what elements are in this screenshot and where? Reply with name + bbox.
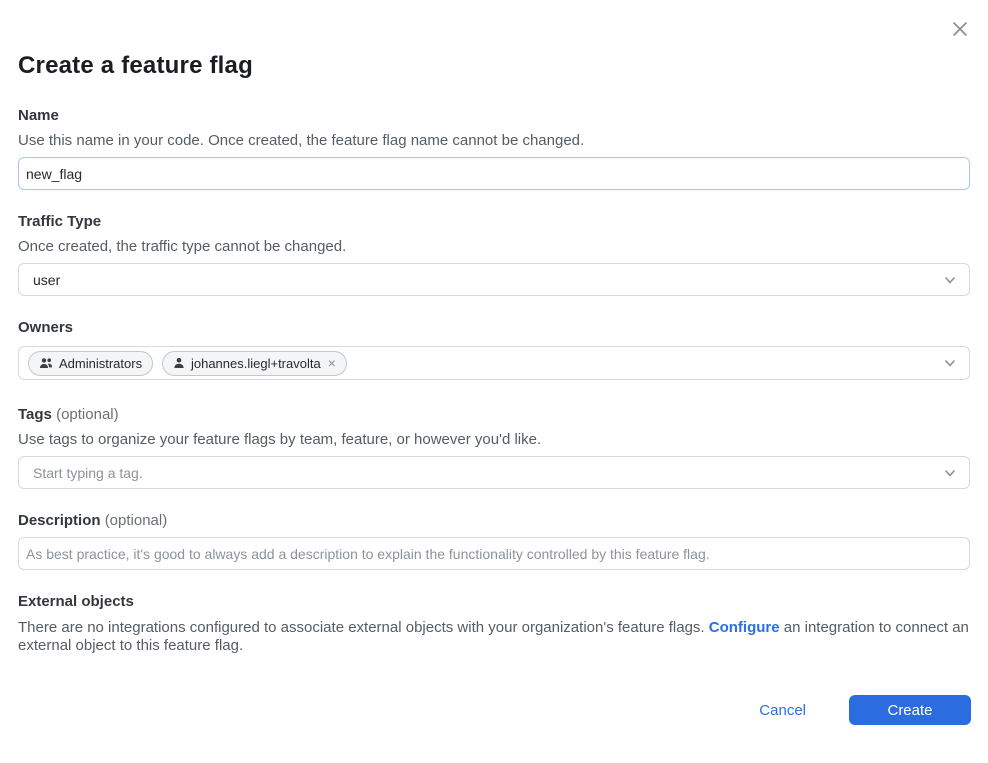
owners-label: Owners (18, 320, 970, 336)
tags-placeholder: Start typing a tag. (33, 465, 943, 481)
group-icon (39, 357, 53, 369)
traffic-type-selected-value: user (33, 272, 943, 288)
traffic-type-help-text: Once created, the traffic type cannot be… (18, 239, 970, 255)
external-objects-text: There are no integrations configured to … (18, 619, 970, 655)
name-input[interactable] (18, 157, 970, 190)
traffic-type-select[interactable]: user (18, 263, 970, 296)
owners-select[interactable]: Administrators johannes.liegl+travolta × (18, 346, 970, 380)
configure-link[interactable]: Configure (709, 619, 780, 636)
tags-select[interactable]: Start typing a tag. (18, 456, 970, 489)
tags-optional-text: (optional) (56, 406, 119, 423)
owner-chip-label: johannes.liegl+travolta (191, 356, 321, 371)
traffic-type-field-group: Traffic Type Once created, the traffic t… (18, 214, 970, 296)
remove-owner-icon[interactable]: × (328, 356, 336, 370)
cancel-button[interactable]: Cancel (757, 698, 808, 723)
person-icon (173, 357, 185, 369)
owner-chip-administrators[interactable]: Administrators (28, 351, 153, 376)
owner-chip-label: Administrators (59, 356, 142, 371)
tags-label-text: Tags (18, 406, 52, 423)
create-button[interactable]: Create (849, 695, 971, 725)
description-label: Description (optional) (18, 513, 970, 529)
external-objects-label: External objects (18, 594, 970, 610)
owners-chip-list: Administrators johannes.liegl+travolta × (28, 351, 943, 376)
external-objects-text-before: There are no integrations configured to … (18, 619, 709, 636)
traffic-type-label: Traffic Type (18, 214, 970, 230)
chevron-down-icon (943, 273, 957, 287)
owners-field-group: Owners Administrators (18, 320, 970, 380)
create-feature-flag-modal: Create a feature flag Name Use this name… (0, 0, 988, 763)
chevron-down-icon (943, 356, 957, 370)
external-objects-section: External objects There are no integratio… (18, 594, 970, 655)
name-field-group: Name Use this name in your code. Once cr… (18, 108, 970, 190)
name-label: Name (18, 108, 970, 124)
page-title: Create a feature flag (18, 52, 970, 80)
owner-chip-user[interactable]: johannes.liegl+travolta × (162, 351, 347, 376)
modal-footer: Cancel Create (0, 695, 988, 725)
tags-field-group: Tags (optional) Use tags to organize you… (18, 407, 970, 489)
description-label-text: Description (18, 512, 101, 529)
name-help-text: Use this name in your code. Once created… (18, 133, 970, 149)
close-icon (950, 19, 970, 39)
tags-label: Tags (optional) (18, 407, 970, 423)
description-input[interactable] (18, 537, 970, 570)
chevron-down-icon (943, 466, 957, 480)
description-field-group: Description (optional) (18, 513, 970, 570)
description-optional-text: (optional) (105, 512, 168, 529)
tags-help-text: Use tags to organize your feature flags … (18, 432, 970, 448)
close-button[interactable] (947, 16, 973, 42)
